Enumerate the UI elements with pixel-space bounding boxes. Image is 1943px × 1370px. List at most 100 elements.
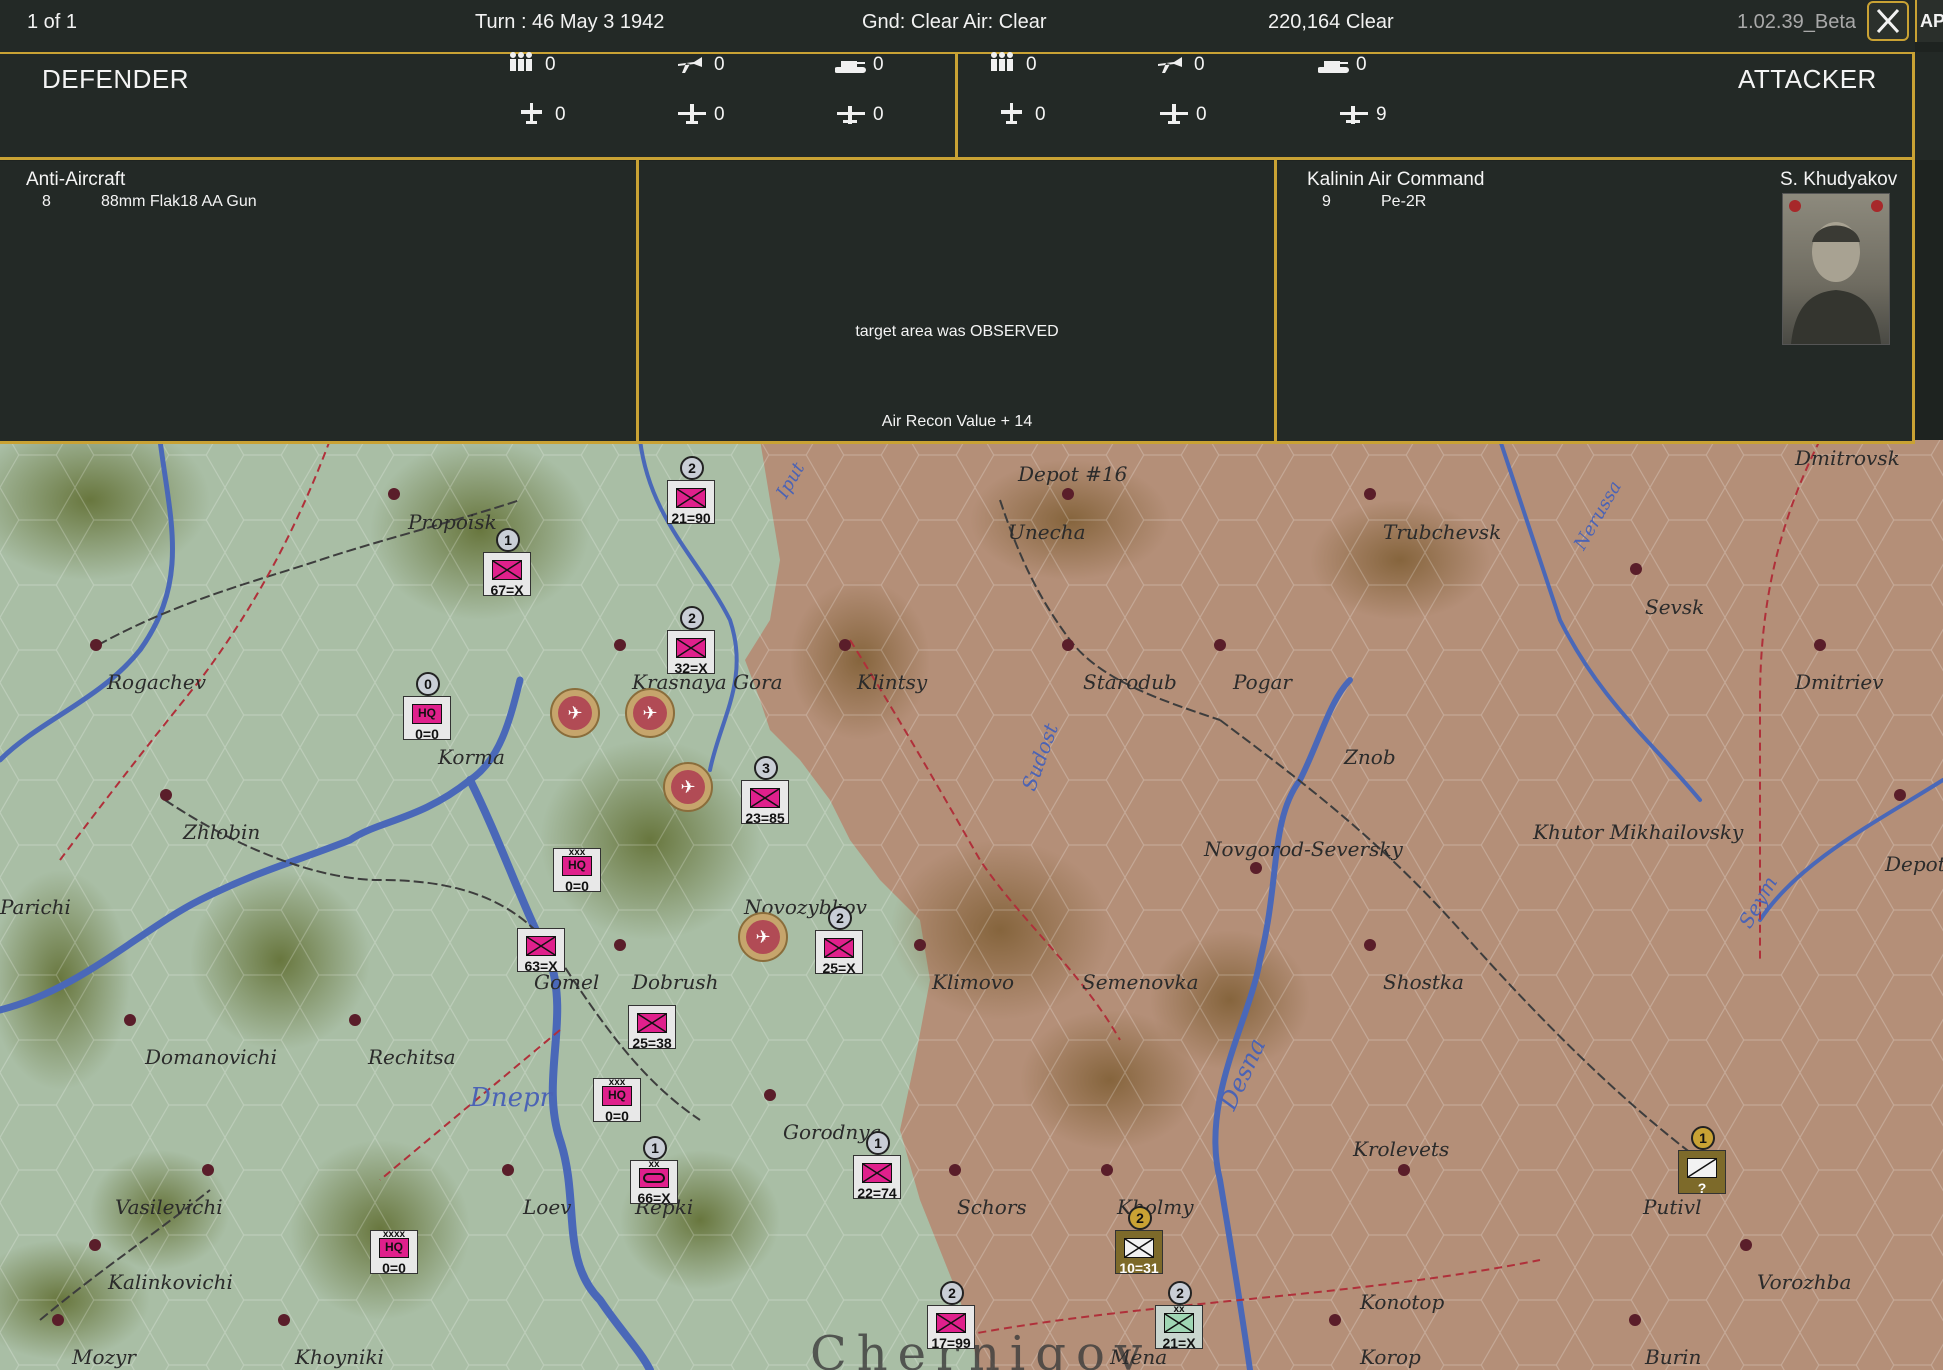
unit-counter-hq[interactable]: HQ 0=0 0 (403, 672, 453, 742)
infantry-symbol (936, 1313, 966, 1333)
stat-value: 0 (1196, 104, 1207, 125)
counter-symbol (676, 488, 706, 508)
unit-counter-hq[interactable]: HQ 0=0 xxx (593, 1070, 643, 1124)
unit-counter-infantry[interactable]: 23=85 3 (741, 756, 791, 826)
place-label: Domanovichi (145, 1045, 278, 1069)
stat-value: 0 (1035, 104, 1046, 125)
unit-strength-label: 21=X (1162, 1335, 1196, 1351)
unit-counter-infantry[interactable]: 63=X (517, 920, 567, 974)
airfield-icon[interactable]: ✈ (738, 912, 788, 962)
infantry-icon (510, 52, 532, 71)
defender-unit-type: Anti-Aircraft (26, 169, 126, 190)
place-label: Trubchevsk (1383, 520, 1502, 544)
fighter-icon (678, 57, 702, 73)
armor-symbol (643, 1173, 665, 1183)
infantry-icon (991, 52, 1013, 71)
hq-symbol: HQ (418, 706, 436, 720)
weather-status: Gnd: Clear Air: Clear (862, 11, 1047, 33)
unit-counter-axis-unknown[interactable]: ? 1 (1678, 1126, 1728, 1196)
stat-value: 9 (1376, 104, 1387, 125)
place-label: Schors (957, 1195, 1027, 1219)
defender-title: DEFENDER (42, 64, 190, 94)
hq-symbol: HQ (608, 1088, 626, 1102)
unit-level-badge: 0 (416, 672, 440, 696)
stat-value: 0 (873, 54, 884, 75)
place-label: Vorozhba (1757, 1270, 1852, 1294)
counter-symbol (526, 936, 556, 956)
bomber-icon (1160, 104, 1188, 124)
unit-strength-label: 66=X (637, 1190, 671, 1206)
fighter-icon (1158, 57, 1182, 73)
unit-strength-label: ? (1697, 1180, 1707, 1196)
airfield-icon[interactable]: ✈ (663, 762, 713, 812)
transport-plane-icon (1340, 106, 1368, 124)
unit-counter-infantry[interactable]: 25=38 (628, 997, 678, 1051)
attacker-row-count: 9 (1322, 193, 1331, 210)
unit-size: xxxx (382, 1229, 406, 1240)
bomber-icon (678, 104, 706, 124)
divider (0, 441, 1915, 444)
unit-counter-infantry[interactable]: 21=90 2 (667, 456, 717, 526)
unit-counter-infantry[interactable]: 22=74 1 (853, 1131, 903, 1201)
airfield-icon[interactable]: ✈ (550, 688, 600, 738)
unit-strength-label: 32=X (674, 660, 708, 676)
place-label: Depot (1885, 852, 1943, 876)
place-label: Pogar (1233, 670, 1292, 694)
hq-symbol: HQ (568, 858, 586, 872)
unknown-symbol (1687, 1158, 1717, 1178)
unit-strength-label: 0=0 (415, 726, 439, 742)
plane-icon (1001, 103, 1022, 124)
stat-value: 0 (714, 54, 725, 75)
unit-level-badge: 1 (496, 528, 520, 552)
result-panel: target area was OBSERVED Air Recon Value… (639, 161, 1274, 441)
place-label: Korma (438, 745, 505, 769)
place-label: Semenovka (1082, 970, 1199, 994)
infantry-symbol (637, 1013, 667, 1033)
place-label: Sevsk (1645, 595, 1705, 619)
plane-icon (521, 103, 542, 124)
unit-level-badge: 2 (940, 1281, 964, 1305)
unit-counter-axis-infantry[interactable]: 10=31 2 (1115, 1206, 1165, 1276)
unit-counter-infantry[interactable]: 17=99 2 (927, 1281, 977, 1351)
unit-level-badge: 1 (643, 1136, 667, 1160)
unit-strength-label: 10=31 (1119, 1260, 1159, 1276)
unit-level-badge: 2 (1168, 1281, 1192, 1305)
counter-symbol (637, 1013, 667, 1033)
place-label: Krolevets (1353, 1137, 1450, 1161)
unit-size: xx (648, 1159, 660, 1170)
divider (0, 157, 1915, 160)
side-tab[interactable]: AP (1915, 0, 1943, 42)
result-message: target area was OBSERVED (855, 323, 1059, 340)
close-button[interactable] (1867, 1, 1909, 41)
place-label: Khoyniki (295, 1345, 384, 1369)
counter-symbol (862, 1163, 892, 1183)
page-indicator: 1 of 1 (27, 11, 78, 33)
stat-value: 0 (1026, 54, 1037, 75)
airfield-icon[interactable]: ✈ (625, 688, 675, 738)
place-label: Novgorod-Seversky (1204, 837, 1403, 861)
unit-counter-hq[interactable]: HQ 0=0 xxx (553, 840, 603, 894)
infantry-symbol (676, 638, 706, 658)
infantry-symbol (750, 788, 780, 808)
place-label: Propoisk (408, 510, 497, 534)
counter-symbol (492, 560, 522, 580)
unit-level-badge: 1 (866, 1131, 890, 1155)
unit-counter-infantry[interactable]: 25=X 2 (815, 906, 865, 976)
place-label: Khutor Mikhailovsky (1533, 820, 1744, 844)
place-label: Dmitriev (1795, 670, 1884, 694)
place-label: Kalinkovichi (108, 1270, 233, 1294)
unit-counter-axis-infantry2[interactable]: 21=X xx 2 (1155, 1281, 1205, 1351)
unit-strength-label: 23=85 (745, 810, 785, 826)
divider (1912, 52, 1915, 444)
place-label: Putivl (1643, 1195, 1702, 1219)
infantry-symbol (676, 488, 706, 508)
counter-symbol (676, 638, 706, 658)
counter-symbol: HQ (602, 1086, 632, 1106)
unit-counter-armor[interactable]: 66=X xx 1 (630, 1136, 680, 1206)
unit-counter-infantry[interactable]: 32=X 2 (667, 606, 717, 676)
unit-counter-infantry[interactable]: 67=X 1 (483, 528, 533, 598)
unit-counter-hq[interactable]: HQ 0=0 xxxx (370, 1222, 420, 1276)
stat-value: 0 (714, 104, 725, 125)
place-label: Rechitsa (368, 1045, 456, 1069)
commander-portrait (1782, 193, 1890, 345)
